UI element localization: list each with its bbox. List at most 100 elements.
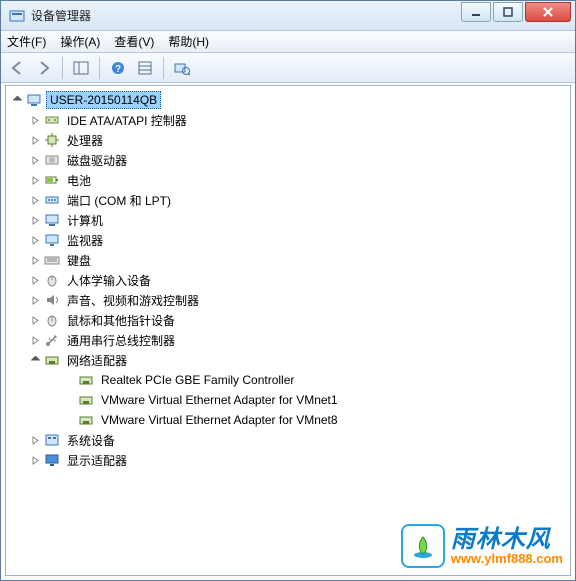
menu-file[interactable]: 文件(F)	[7, 33, 46, 50]
expander-icon[interactable]	[28, 116, 42, 125]
tree-node-mouse[interactable]: 鼠标和其他指针设备	[6, 310, 570, 330]
tree-node-label: 键盘	[64, 251, 94, 270]
expander-icon[interactable]	[28, 356, 42, 365]
mouse-icon	[44, 312, 60, 328]
tree-leaf-label: VMware Virtual Ethernet Adapter for VMne…	[98, 412, 341, 428]
svg-text:?: ?	[115, 64, 121, 75]
keyboard-icon	[44, 252, 60, 268]
tree-node-label: 端口 (COM 和 LPT)	[64, 191, 174, 210]
cpu-icon	[44, 132, 60, 148]
show-hide-tree-button[interactable]	[69, 56, 93, 80]
minimize-button[interactable]	[461, 2, 491, 22]
expander-icon[interactable]	[28, 236, 42, 245]
tree-leaf-label: VMware Virtual Ethernet Adapter for VMne…	[98, 392, 341, 408]
toolbar: ?	[1, 53, 575, 83]
sys-icon	[44, 432, 60, 448]
tree-leaf-label: Realtek PCIe GBE Family Controller	[98, 372, 297, 388]
expander-icon[interactable]	[28, 256, 42, 265]
tree-root-label: USER-20150114QB	[46, 91, 161, 109]
tree-node-disk[interactable]: 磁盘驱动器	[6, 150, 570, 170]
battery-icon	[44, 172, 60, 188]
sound-icon	[44, 292, 60, 308]
tree-node-ports[interactable]: 端口 (COM 和 LPT)	[6, 190, 570, 210]
tree-leaf-nic0[interactable]: Realtek PCIe GBE Family Controller	[6, 370, 570, 390]
tree-node-label: 磁盘驱动器	[64, 151, 130, 170]
tree-node-ide[interactable]: IDE ATA/ATAPI 控制器	[6, 110, 570, 130]
tree-node-label: IDE ATA/ATAPI 控制器	[64, 111, 190, 130]
expander-icon[interactable]	[28, 176, 42, 185]
expander-icon[interactable]	[10, 96, 24, 105]
tree-node-monitor[interactable]: 监视器	[6, 230, 570, 250]
menu-help[interactable]: 帮助(H)	[168, 33, 209, 50]
expander-icon[interactable]	[28, 436, 42, 445]
net-icon	[44, 352, 60, 368]
port-icon	[44, 192, 60, 208]
expander-icon[interactable]	[28, 296, 42, 305]
tree-node-label: 计算机	[64, 211, 106, 230]
tree-node-battery[interactable]: 电池	[6, 170, 570, 190]
expander-icon[interactable]	[28, 276, 42, 285]
expander-icon[interactable]	[28, 456, 42, 465]
display-icon	[44, 452, 60, 468]
disk-icon	[44, 152, 60, 168]
nic-icon	[78, 412, 94, 428]
forward-button[interactable]	[32, 56, 56, 80]
nic-icon	[78, 392, 94, 408]
tree-node-label: 显示适配器	[64, 451, 130, 470]
toolbar-sep	[99, 57, 100, 79]
close-button[interactable]	[525, 2, 571, 22]
maximize-button[interactable]	[493, 2, 523, 22]
menu-view[interactable]: 查看(V)	[114, 33, 154, 50]
properties-button[interactable]	[133, 56, 157, 80]
usb-icon	[44, 332, 60, 348]
tree-node-label: 通用串行总线控制器	[64, 331, 178, 350]
nic-icon	[78, 372, 94, 388]
scan-hardware-button[interactable]	[170, 56, 194, 80]
tree-node-label: 人体学输入设备	[64, 271, 154, 290]
computer-icon	[26, 92, 42, 108]
titlebar[interactable]: 设备管理器	[1, 1, 575, 31]
computer-icon	[44, 212, 60, 228]
device-manager-window: 设备管理器 文件(F) 操作(A) 查看(V) 帮助(H) ? USER-201…	[0, 0, 576, 581]
help-button[interactable]: ?	[106, 56, 130, 80]
tree-node-cpu[interactable]: 处理器	[6, 130, 570, 150]
toolbar-sep	[163, 57, 164, 79]
expander-icon[interactable]	[28, 156, 42, 165]
tree-node-label: 声音、视频和游戏控制器	[64, 291, 202, 310]
expander-icon[interactable]	[28, 316, 42, 325]
menubar: 文件(F) 操作(A) 查看(V) 帮助(H)	[1, 31, 575, 53]
tree-node-label: 系统设备	[64, 431, 118, 450]
expander-icon[interactable]	[28, 336, 42, 345]
tree-node-label: 网络适配器	[64, 351, 130, 370]
tree-node-sound[interactable]: 声音、视频和游戏控制器	[6, 290, 570, 310]
tree-node-keyboard[interactable]: 键盘	[6, 250, 570, 270]
tree-node-network[interactable]: 网络适配器	[6, 350, 570, 370]
watermark-text: 雨林木风	[451, 528, 563, 552]
watermark: 雨林木风 www.ylmf888.com	[401, 524, 563, 568]
tree-node-label: 处理器	[64, 131, 106, 150]
tree-node-computer[interactable]: 计算机	[6, 210, 570, 230]
watermark-url: www.ylmf888.com	[451, 552, 563, 565]
expander-icon[interactable]	[28, 136, 42, 145]
tree-root[interactable]: USER-20150114QB	[6, 90, 570, 110]
hid-icon	[44, 272, 60, 288]
menu-action[interactable]: 操作(A)	[60, 33, 100, 50]
tree-node-usb[interactable]: 通用串行总线控制器	[6, 330, 570, 350]
toolbar-sep	[62, 57, 63, 79]
tree-node-display[interactable]: 显示适配器	[6, 450, 570, 470]
tree-node-label: 监视器	[64, 231, 106, 250]
tree-pane[interactable]: USER-20150114QB IDE ATA/ATAPI 控制器 处理器 磁盘…	[5, 85, 571, 576]
expander-icon[interactable]	[28, 216, 42, 225]
tree-leaf-nic1[interactable]: VMware Virtual Ethernet Adapter for VMne…	[6, 390, 570, 410]
tree-node-hid[interactable]: 人体学输入设备	[6, 270, 570, 290]
tree-node-system[interactable]: 系统设备	[6, 430, 570, 450]
app-icon	[9, 8, 25, 24]
monitor-icon	[44, 232, 60, 248]
expander-icon[interactable]	[28, 196, 42, 205]
tree-node-label: 鼠标和其他指针设备	[64, 311, 178, 330]
back-button[interactable]	[5, 56, 29, 80]
ide-icon	[44, 112, 60, 128]
tree-leaf-nic2[interactable]: VMware Virtual Ethernet Adapter for VMne…	[6, 410, 570, 430]
tree-node-label: 电池	[64, 171, 94, 190]
watermark-logo-icon	[401, 524, 445, 568]
